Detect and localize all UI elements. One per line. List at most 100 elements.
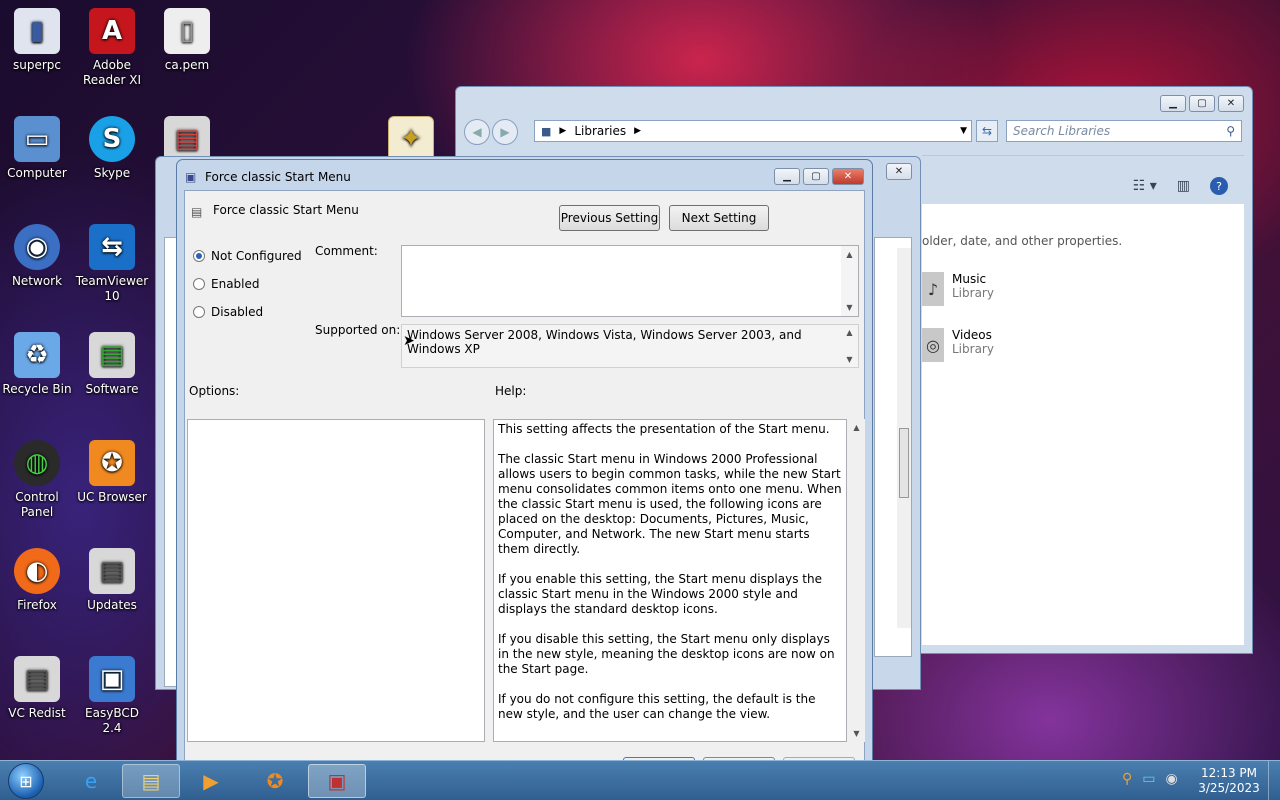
volume-icon[interactable]: ◉ — [1166, 771, 1178, 787]
folder-icon: ▤ — [89, 332, 135, 378]
desktop-icon-firefox[interactable]: ◐ Firefox — [0, 548, 74, 613]
file-icon: ▯ — [164, 8, 210, 54]
desktop-icon-uc-browser[interactable]: ✪ UC Browser — [75, 440, 149, 505]
desktop-icon-software[interactable]: ▤ Software — [75, 332, 149, 397]
maximize-button[interactable]: ▢ — [1189, 95, 1215, 112]
policy-setting-icon: ▤ — [191, 205, 203, 219]
details-pane — [874, 237, 912, 657]
change-view-icon[interactable]: ☷ ▾ — [1133, 178, 1157, 194]
scroll-down-icon[interactable]: ▼ — [846, 303, 852, 312]
desktop-icon-easybcd[interactable]: ▣ EasyBCD 2.4 — [75, 656, 149, 736]
comment-label: Comment: — [315, 244, 378, 258]
desktop-icon-superpc[interactable]: ▮ superpc — [0, 8, 74, 73]
next-setting-button[interactable]: Next Setting — [669, 205, 769, 231]
scrollbar[interactable]: ▲ ▼ — [841, 325, 858, 367]
control-panel-icon: ◍ — [14, 440, 60, 486]
radio-button[interactable] — [193, 278, 205, 290]
chevron-right-icon: ▶ — [634, 126, 642, 136]
minimize-button[interactable]: ▁ — [774, 168, 800, 185]
internet-explorer-icon[interactable]: e — [62, 764, 120, 798]
skype-icon: S — [89, 116, 135, 162]
search-placeholder: Search Libraries — [1013, 124, 1111, 138]
desktop-icon-adobe-reader[interactable]: A Adobe Reader XI — [75, 8, 149, 88]
folder-icon: ▤ — [14, 656, 60, 702]
policy-setting-dialog: ▣ Force classic Start Menu ▁ ▢ ✕ ▤ Force… — [176, 159, 873, 767]
scrollbar-thumb[interactable] — [899, 428, 909, 498]
library-item-videos[interactable]: ◎ Videos Library — [922, 328, 994, 362]
policy-name: Force classic Start Menu — [213, 203, 359, 217]
scroll-up-icon[interactable]: ▲ — [853, 423, 859, 432]
system-tray: ⚲ ▭ ◉ — [1122, 771, 1178, 787]
firefox-icon: ◐ — [14, 548, 60, 594]
options-label: Options: — [189, 384, 240, 398]
search-icon[interactable]: ⚲ — [1226, 124, 1235, 138]
dialog-content: ▤ Force classic Start Menu Previous Sett… — [184, 190, 865, 767]
radio-button[interactable] — [193, 250, 205, 262]
preview-pane-icon[interactable]: ▥ — [1177, 178, 1190, 194]
uc-browser-icon[interactable]: ✪ — [246, 764, 304, 798]
back-button[interactable]: ◀ — [464, 119, 490, 145]
scroll-down-icon[interactable]: ▼ — [853, 729, 859, 738]
close-button[interactable]: ✕ — [832, 168, 864, 185]
network-status-icon[interactable]: ▭ — [1142, 771, 1155, 787]
desktop-icon-recycle-bin[interactable]: ♻ Recycle Bin — [0, 332, 74, 397]
library-description: older, date, and other properties. — [922, 234, 1123, 248]
show-desktop-button[interactable] — [1268, 761, 1280, 800]
help-scrollbar[interactable]: ▲ ▼ — [848, 419, 865, 742]
video-icon: ◎ — [922, 328, 944, 362]
radio-enabled[interactable]: Enabled — [193, 277, 260, 291]
desktop-icon-computer[interactable]: ▭ Computer — [0, 116, 74, 181]
scrollbar[interactable] — [897, 248, 911, 628]
user-folder-icon: ▮ — [14, 8, 60, 54]
close-button[interactable]: ✕ — [1218, 95, 1244, 112]
media-player-icon[interactable]: ▶ — [182, 764, 240, 798]
desktop-icon-skype[interactable]: S Skype — [75, 116, 149, 181]
computer-icon: ▭ — [14, 116, 60, 162]
mouse-cursor-icon: ➤ — [403, 333, 415, 349]
toolbar-divider — [922, 155, 1244, 156]
clock-date: 3/25/2023 — [1198, 781, 1260, 795]
breadcrumb[interactable]: Libraries — [574, 124, 626, 138]
supported-on-label: Supported on: — [315, 323, 401, 337]
supported-on-value: Windows Server 2008, Windows Vista, Wind… — [407, 328, 802, 356]
clock[interactable]: 12:13 PM 3/25/2023 — [1196, 766, 1262, 796]
close-button[interactable]: ✕ — [886, 163, 912, 180]
file-explorer-icon[interactable]: ▤ — [122, 764, 180, 798]
network-icon: ◉ — [14, 224, 60, 270]
minimize-button[interactable]: ▁ — [1160, 95, 1186, 112]
help-icon[interactable]: ? — [1210, 177, 1228, 195]
maximize-button[interactable]: ▢ — [803, 168, 829, 185]
scrollbar[interactable]: ▲ ▼ — [841, 246, 858, 316]
explorer-window-controls: ▁ ▢ ✕ — [1160, 95, 1244, 112]
comment-field[interactable]: ▲ ▼ — [401, 245, 859, 317]
scroll-up-icon[interactable]: ▲ — [846, 328, 852, 337]
scroll-down-icon[interactable]: ▼ — [846, 355, 852, 364]
supported-on-field: Windows Server 2008, Windows Vista, Wind… — [401, 324, 859, 368]
dropdown-icon[interactable]: ▼ — [960, 126, 967, 136]
radio-not-configured[interactable]: Not Configured — [193, 249, 302, 263]
desktop-icon-teamviewer[interactable]: ⇆ TeamViewer 10 — [75, 224, 149, 304]
previous-setting-button[interactable]: Previous Setting — [559, 205, 660, 231]
refresh-icon[interactable]: ⇆ — [976, 120, 998, 142]
dialog-title: Force classic Start Menu — [205, 170, 351, 184]
scroll-up-icon[interactable]: ▲ — [846, 250, 852, 259]
policy-editor-taskbar-icon[interactable]: ▣ — [308, 764, 366, 798]
search-box[interactable]: Search Libraries ⚲ — [1006, 120, 1242, 142]
start-button[interactable]: ⊞ — [8, 763, 44, 799]
forward-button[interactable]: ▶ — [492, 119, 518, 145]
help-text: This setting affects the presentation of… — [498, 422, 842, 721]
desktop-icon-control-panel[interactable]: ◍ Control Panel — [0, 440, 74, 520]
address-bar[interactable]: ■ ▶ Libraries ▶ ▼ — [534, 120, 972, 142]
folder-icon: ▤ — [89, 548, 135, 594]
desktop-icon-updates[interactable]: ▤ Updates — [75, 548, 149, 613]
radio-button[interactable] — [193, 306, 205, 318]
chevron-right-icon: ▶ — [559, 126, 567, 136]
radio-disabled[interactable]: Disabled — [193, 305, 263, 319]
clock-time: 12:13 PM — [1201, 766, 1257, 780]
search-icon[interactable]: ⚲ — [1122, 771, 1132, 787]
desktop-icon-vc-redist[interactable]: ▤ VC Redist — [0, 656, 74, 721]
taskbar: ⊞ e ▤ ▶ ✪ ▣ ⚲ ▭ ◉ 12:13 PM 3/25/2023 — [0, 760, 1280, 800]
library-item-music[interactable]: ♪ Music Library — [922, 272, 994, 306]
desktop-icon-ca-pem[interactable]: ▯ ca.pem — [150, 8, 224, 73]
desktop-icon-network[interactable]: ◉ Network — [0, 224, 74, 289]
